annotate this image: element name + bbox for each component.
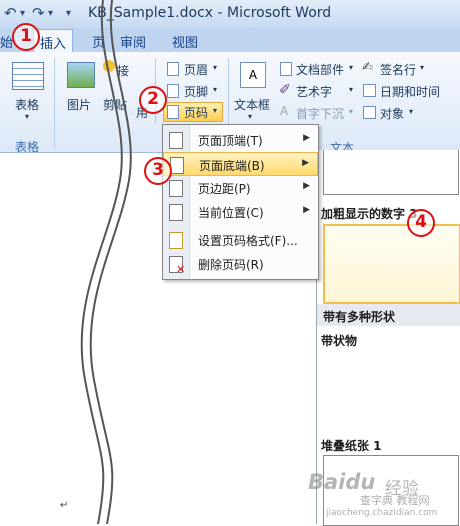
annotation-circle-2: 2	[139, 86, 167, 114]
watermark-url: jiaocheng.chazidian.com	[326, 508, 438, 518]
menu-item-label: 页边距(P)	[198, 182, 251, 196]
menu-item-top-of-page[interactable]: 页面顶端(T) ▶	[163, 128, 318, 152]
gallery-preview-bold-number-3[interactable]	[323, 224, 460, 304]
gallery-preview-ribbon[interactable]	[323, 350, 457, 430]
annotation-circle-3: 3	[144, 157, 172, 185]
footer-gallery-panel: 加粗显示的数字 3 带有多种形状 带状物 堆叠纸张 1	[316, 150, 460, 526]
gallery-item-label: 带状物	[321, 334, 358, 348]
menu-item-bottom-of-page[interactable]: 页面底端(B) ▶	[163, 152, 318, 176]
menu-item-remove-page-numbers[interactable]: ✕ 删除页码(R)	[163, 252, 318, 276]
gallery-preview-top[interactable]	[323, 150, 459, 195]
menu-item-format-page-numbers[interactable]: 设置页码格式(F)...	[163, 228, 318, 252]
gallery-item-label: 堆叠纸张 1	[321, 439, 382, 453]
menu-item-current-position[interactable]: 当前位置(C) ▶	[163, 200, 318, 224]
submenu-arrow-icon: ▶	[303, 181, 310, 191]
watermark-brand: Baidu	[308, 470, 376, 494]
menu-item-label: 页面底端(B)	[199, 159, 265, 173]
annotation-circle-4: 4	[407, 209, 435, 237]
format-page-numbers-icon	[169, 232, 183, 249]
page-margins-icon	[169, 180, 183, 197]
menu-item-page-margins[interactable]: 页边距(P) ▶	[163, 176, 318, 200]
submenu-arrow-icon: ▶	[303, 133, 310, 143]
menu-item-label: 当前位置(C)	[198, 206, 264, 220]
current-position-icon	[169, 204, 183, 221]
page-top-icon	[169, 132, 183, 149]
delete-x-icon: ✕	[176, 263, 186, 276]
menu-item-label: 页面顶端(T)	[198, 134, 263, 148]
menu-item-label: 删除页码(R)	[198, 258, 264, 272]
annotation-circle-1: 1	[12, 23, 40, 51]
menu-item-label: 设置页码格式(F)...	[198, 234, 298, 248]
pagenum-dropdown-menu: 页面顶端(T) ▶ 页面底端(B) ▶ 页边距(P) ▶ 当前位置(C) ▶ 设…	[162, 124, 319, 280]
gallery-category-label: 带有多种形状	[317, 304, 460, 326]
submenu-arrow-icon: ▶	[302, 158, 309, 168]
submenu-arrow-icon: ▶	[303, 205, 310, 215]
gallery-item-label: 加粗显示的数字 3	[321, 207, 418, 221]
watermark-chazidian: 查字典 教程网	[360, 494, 430, 507]
page-bottom-icon	[170, 157, 184, 174]
